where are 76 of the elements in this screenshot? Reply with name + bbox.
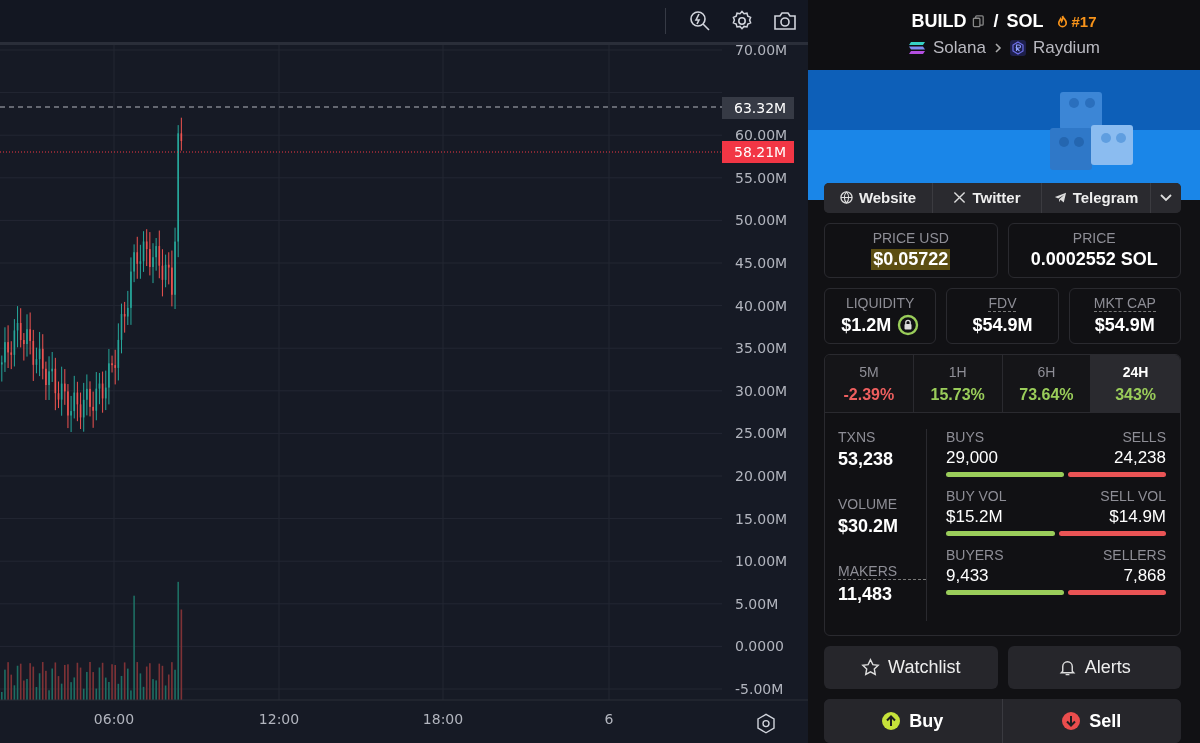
price-axis-label: 35.00M — [735, 340, 788, 357]
stat-value: 9,433 — [946, 566, 990, 586]
alerts-button[interactable]: Alerts — [1007, 646, 1181, 689]
period-tab[interactable]: 1H 15.73% — [913, 355, 1003, 412]
buy-button[interactable]: Buy — [824, 699, 1003, 743]
stat-value: 24,238 — [1114, 448, 1166, 468]
chain-name[interactable]: Solana — [933, 38, 986, 59]
stat-label: VOLUME — [838, 496, 899, 512]
raydium-logo-icon — [1009, 40, 1026, 57]
stat-label: SELLERS — [1102, 547, 1166, 563]
price-axis-label: 50.00M — [735, 212, 788, 229]
stat-value: $30.2M — [838, 516, 900, 537]
chevron-right-icon — [992, 43, 1003, 54]
quote-token: SOL — [1006, 11, 1044, 33]
globe-icon — [839, 191, 853, 205]
price-axis-label: 45.00M — [735, 255, 788, 271]
metric-value: $54.9M — [1094, 315, 1155, 336]
paper-plane-icon — [1053, 191, 1067, 205]
time-axis-label: 06:00 — [93, 711, 135, 727]
pair-separator: / — [993, 11, 999, 33]
stat-label: MAKERS — [838, 563, 926, 580]
dex-name[interactable]: Raydium — [1032, 38, 1100, 59]
price-value: 0.0002552 SOL — [1030, 249, 1158, 270]
solana-logo-icon — [908, 41, 926, 56]
metric-value: $1.2M — [841, 314, 892, 336]
lightning-search-icon[interactable] — [688, 9, 712, 33]
stat-label: SELLS — [1122, 429, 1166, 445]
crosshair-price-label: 63.32M — [722, 97, 794, 119]
price-axis-label: 10.00M — [735, 553, 788, 570]
star-icon — [861, 658, 881, 677]
stat-label: BUY VOL — [946, 488, 1007, 504]
price-axis-label: 0.0000 — [735, 638, 784, 655]
stat-label: PRICE — [1072, 230, 1116, 246]
price-axis-label: 70.00M — [735, 45, 788, 58]
stat-label: BUYERS — [946, 547, 1004, 563]
stat-label: SELL VOL — [1100, 488, 1166, 504]
x-logo-icon — [953, 191, 967, 205]
price-axis-label: 20.00M — [735, 468, 788, 484]
price-axis-label: 15.00M — [735, 510, 788, 527]
stat-value: $14.9M — [1109, 507, 1166, 527]
stat-value: 11,483 — [838, 584, 894, 605]
flame-icon — [1055, 15, 1069, 29]
period-tab[interactable]: 5M -2.39% — [825, 355, 914, 412]
stat-label: BUYS — [946, 429, 986, 445]
stat-value: $15.2M — [946, 507, 1004, 527]
copy-icon[interactable] — [972, 15, 986, 29]
price-axis-label: -5.00M — [735, 681, 784, 697]
stat-label: TXNS — [838, 429, 877, 445]
last-price-label: 58.21M — [722, 141, 794, 163]
stat-value: 29,000 — [946, 448, 998, 468]
metric-value: $54.9M — [972, 315, 1033, 336]
period-tab[interactable]: 24H 343% — [1091, 355, 1180, 412]
price-axis-label: 60.00M — [735, 127, 788, 144]
settings-icon[interactable] — [757, 713, 775, 734]
chevron-down-icon — [1160, 193, 1172, 202]
time-axis-label: 6 — [604, 711, 614, 727]
stat-label: FDV — [988, 295, 1017, 312]
period-tab[interactable]: 6H 73.64% — [1002, 355, 1092, 412]
price-axis-label: 5.00M — [735, 595, 779, 612]
time-axis-label: 18:00 — [422, 711, 464, 727]
price-axis-label: 55.00M — [735, 169, 788, 186]
stat-label: LIQUIDITY — [845, 295, 915, 311]
base-token: BUILD — [911, 11, 967, 33]
social-link[interactable]: Website — [824, 182, 933, 213]
stat-label: PRICE USD — [872, 230, 949, 246]
stat-value: 7,868 — [1123, 566, 1166, 586]
stat-value: 53,238 — [838, 449, 895, 470]
watchlist-button[interactable]: Watchlist — [824, 646, 998, 689]
price-axis-label: 40.00M — [735, 297, 788, 314]
price-axis-label: 30.00M — [735, 382, 788, 399]
stat-label: MKT CAP — [1093, 295, 1156, 312]
camera-icon[interactable] — [772, 9, 798, 33]
price-axis-label: 25.00M — [735, 425, 788, 442]
price-value: $0.05722 — [871, 249, 951, 270]
rank-text: #17 — [1071, 13, 1097, 31]
time-axis-label: 12:00 — [258, 711, 300, 727]
